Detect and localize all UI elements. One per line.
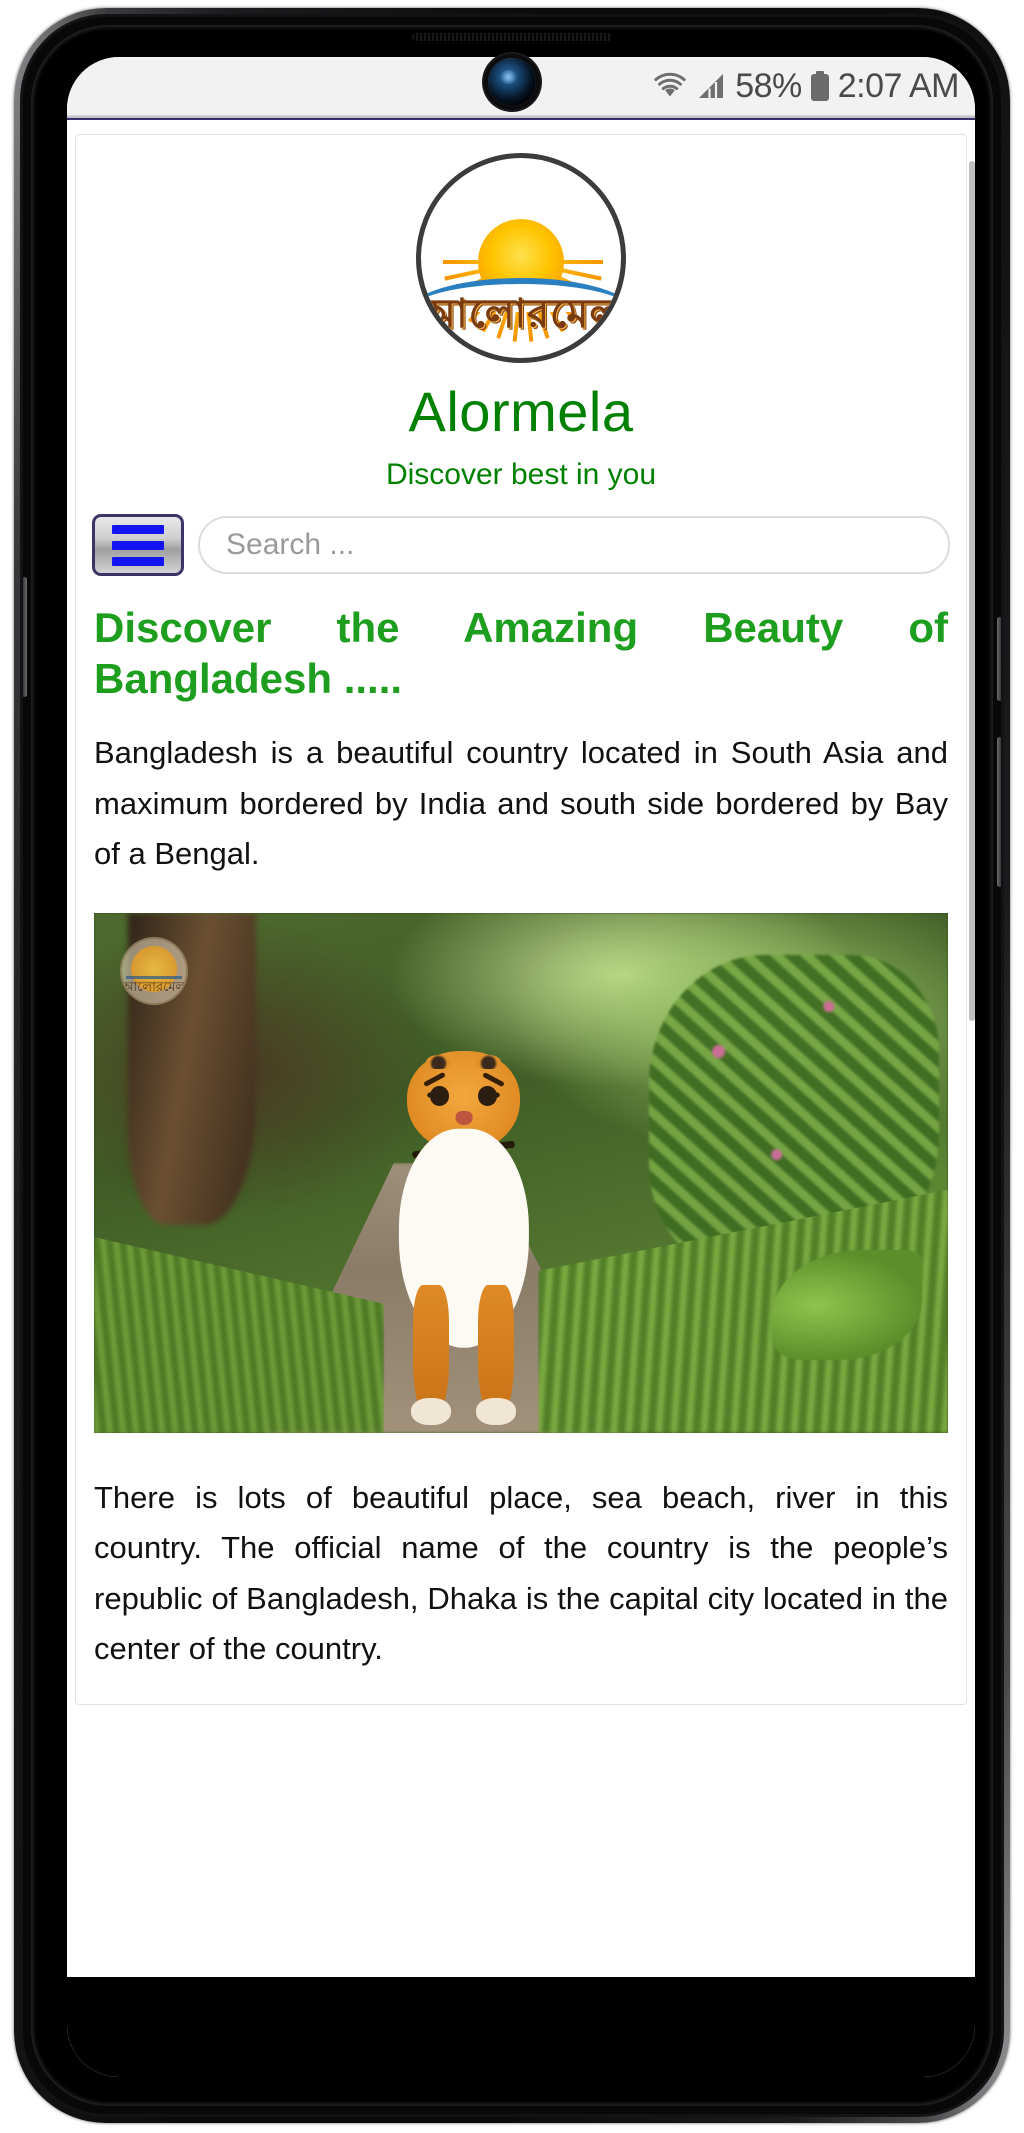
tiger-nose xyxy=(455,1111,473,1125)
site-tagline: Discover best in you xyxy=(385,458,657,491)
sunrise-logo-icon: আলোরমেলা xyxy=(416,153,626,363)
volume-button[interactable] xyxy=(997,737,1001,887)
side-key-button[interactable] xyxy=(23,577,27,697)
article-body: Discover the Amazing Beauty of Banglades… xyxy=(76,576,966,1674)
logo-bengali-text: আলোরমেলা xyxy=(421,291,626,336)
power-button[interactable] xyxy=(997,617,1001,701)
phone-screen: 58% 2:07 AM আলোরমেলা Alormela Discover b… xyxy=(67,57,975,2077)
tiger-paw-left xyxy=(411,1398,452,1426)
wifi-icon xyxy=(653,72,687,100)
screen-bottom-area xyxy=(67,1977,975,2077)
browser-chrome-strip xyxy=(67,115,975,120)
menu-bar-3 xyxy=(112,556,164,566)
page-scrollbar[interactable] xyxy=(969,122,975,2077)
earpiece-speaker-icon xyxy=(412,33,612,41)
tiger-ear-right xyxy=(476,1054,502,1070)
web-page: আলোরমেলা Alormela Discover best in you S… xyxy=(67,122,975,2077)
watermark-bengali-text: আলোরমেলা xyxy=(122,979,188,995)
page-content-card: আলোরমেলা Alormela Discover best in you S… xyxy=(75,134,967,1705)
tiger-figure xyxy=(359,1028,569,1426)
article-paragraph-2: There is lots of beautiful place, sea be… xyxy=(94,1480,948,1666)
phone-device-frame: 58% 2:07 AM আলোরমেলা Alormela Discover b… xyxy=(14,8,1010,2123)
tiger-eye-left xyxy=(430,1086,450,1106)
battery-percent-label: 58% xyxy=(735,66,802,105)
alormela-watermark-icon: আলোরমেলা xyxy=(120,937,188,1006)
tiger-ear-left xyxy=(426,1054,452,1070)
site-logo[interactable]: আলোরমেলা xyxy=(76,135,966,363)
clock-label: 2:07 AM xyxy=(837,66,960,105)
menu-bar-2 xyxy=(112,540,164,550)
article-heading: Discover the Amazing Beauty of Banglades… xyxy=(94,604,948,703)
article-paragraph-1: Bangladesh is a beautiful country locate… xyxy=(94,735,948,871)
tiger-paw-right xyxy=(476,1398,517,1426)
tiger-photo[interactable]: আলোরমেলা xyxy=(94,913,948,1434)
hamburger-menu-icon[interactable] xyxy=(92,514,184,576)
menu-bar-1 xyxy=(112,524,164,534)
tiger-eye-right xyxy=(478,1086,498,1106)
navigation-bar xyxy=(76,492,966,576)
battery-icon xyxy=(810,71,829,101)
phone-body: 58% 2:07 AM আলোরমেলা Alormela Discover b… xyxy=(20,14,1004,2117)
front-camera-icon xyxy=(488,58,536,106)
page-title: Alormela xyxy=(408,380,634,443)
cellular-signal-icon xyxy=(696,72,726,100)
search-input[interactable] xyxy=(198,516,950,574)
